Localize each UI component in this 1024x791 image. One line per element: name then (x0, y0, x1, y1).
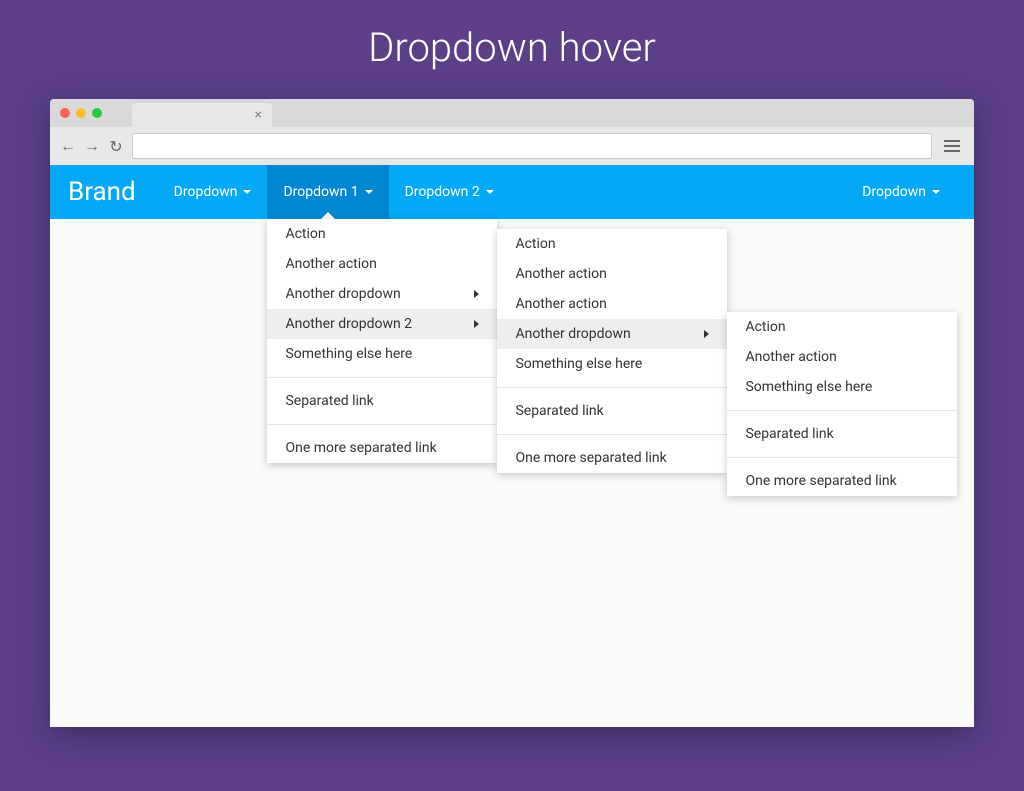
menu-item-label: Something else here (515, 356, 642, 372)
menu-item-label: Separated link (285, 393, 373, 409)
nav-items-left: Dropdown Dropdown 1 Action Another actio… (158, 165, 847, 219)
nav-dropdown[interactable]: Dropdown (158, 165, 268, 219)
menu-item-label: Action (745, 319, 785, 335)
menu-item-another-action[interactable]: Another action (727, 342, 957, 372)
close-window-icon[interactable] (60, 108, 70, 118)
menu-item-something-else[interactable]: Something else here (267, 339, 497, 369)
caret-right-icon (704, 330, 709, 338)
caret-down-icon (365, 190, 373, 194)
nav-label: Dropdown (862, 184, 926, 200)
menu-item-label: Another action (285, 256, 376, 272)
close-tab-icon[interactable]: × (255, 108, 262, 122)
menu-item-another-dropdown[interactable]: Another dropdown (267, 279, 497, 309)
browser-tab[interactable]: × (132, 103, 272, 127)
menu-item-another-action[interactable]: Another action (267, 249, 497, 279)
menu-item-label: Action (515, 236, 555, 252)
nav-label: Dropdown 1 (283, 184, 358, 200)
dropdown-menu-3: Action Another action Something else her… (727, 312, 957, 496)
caret-down-icon (243, 190, 251, 194)
menu-item-label: Separated link (745, 426, 833, 442)
caret-down-icon (486, 190, 494, 194)
menu-item-label: Separated link (515, 403, 603, 419)
nav-dropdown-right[interactable]: Dropdown (846, 165, 956, 219)
menu-item-label: Action (285, 226, 325, 242)
divider (497, 434, 727, 435)
nav-items-right: Dropdown (846, 165, 956, 219)
menu-item-one-more-separated[interactable]: One more separated link (497, 443, 727, 473)
url-input[interactable] (132, 133, 932, 159)
nav-dropdown-2[interactable]: Dropdown 2 (389, 165, 510, 219)
caret-right-icon (474, 290, 479, 298)
nav-label: Dropdown 2 (405, 184, 480, 200)
menu-icon[interactable] (940, 140, 964, 152)
menu-item-separated-link[interactable]: Separated link (497, 396, 727, 426)
brand[interactable]: Brand (68, 177, 136, 207)
menu-item-another-dropdown-2[interactable]: Another dropdown 2 Action Another action… (267, 309, 497, 339)
nav-dropdown-1[interactable]: Dropdown 1 Action Another action Another… (267, 165, 388, 219)
dropdown-menu-2: Action Another action Another action Ano… (497, 229, 727, 473)
page-title: Dropdown hover (0, 0, 1024, 99)
dropdown-menu-1: Action Another action Another dropdown A… (267, 219, 497, 463)
divider (727, 410, 957, 411)
menu-item-label: Another action (515, 296, 606, 312)
tab-bar: × (50, 99, 974, 127)
menu-item-another-action[interactable]: Another action (497, 259, 727, 289)
divider (727, 457, 957, 458)
menu-item-label: Something else here (285, 346, 412, 362)
menu-item-action[interactable]: Action (727, 312, 957, 342)
navbar: Brand Dropdown Dropdown 1 Action Another… (50, 165, 974, 219)
reload-icon[interactable]: ↻ (108, 137, 124, 156)
minimize-window-icon[interactable] (76, 108, 86, 118)
menu-item-one-more-separated[interactable]: One more separated link (727, 466, 957, 496)
menu-item-action[interactable]: Action (497, 229, 727, 259)
menu-item-another-action-2[interactable]: Another action (497, 289, 727, 319)
maximize-window-icon[interactable] (92, 108, 102, 118)
menu-item-label: Another action (515, 266, 606, 282)
menu-item-action[interactable]: Action (267, 219, 497, 249)
nav-label: Dropdown (174, 184, 238, 200)
browser-chrome: × ← → ↻ (50, 99, 974, 165)
browser-window: × ← → ↻ Brand Dropdown Dropdown 1 Act (50, 99, 974, 727)
forward-icon[interactable]: → (84, 136, 100, 156)
back-icon[interactable]: ← (60, 136, 76, 156)
menu-item-one-more-separated[interactable]: One more separated link (267, 433, 497, 463)
menu-item-label: One more separated link (745, 473, 896, 489)
menu-item-label: Another action (745, 349, 836, 365)
menu-item-something-else[interactable]: Something else here (497, 349, 727, 379)
menu-item-label: One more separated link (285, 440, 436, 456)
traffic-lights (60, 108, 102, 118)
menu-item-separated-link[interactable]: Separated link (727, 419, 957, 449)
divider (267, 424, 497, 425)
menu-item-another-dropdown[interactable]: Another dropdown Action Another action S… (497, 319, 727, 349)
caret-right-icon (474, 320, 479, 328)
menu-item-label: One more separated link (515, 450, 666, 466)
menu-item-label: Something else here (745, 379, 872, 395)
menu-item-label: Another dropdown (515, 326, 630, 342)
divider (497, 387, 727, 388)
browser-toolbar: ← → ↻ (50, 127, 974, 165)
menu-item-separated-link[interactable]: Separated link (267, 386, 497, 416)
menu-item-label: Another dropdown (285, 286, 400, 302)
menu-item-label: Another dropdown 2 (285, 316, 412, 332)
menu-item-something-else[interactable]: Something else here (727, 372, 957, 402)
divider (267, 377, 497, 378)
caret-down-icon (932, 190, 940, 194)
